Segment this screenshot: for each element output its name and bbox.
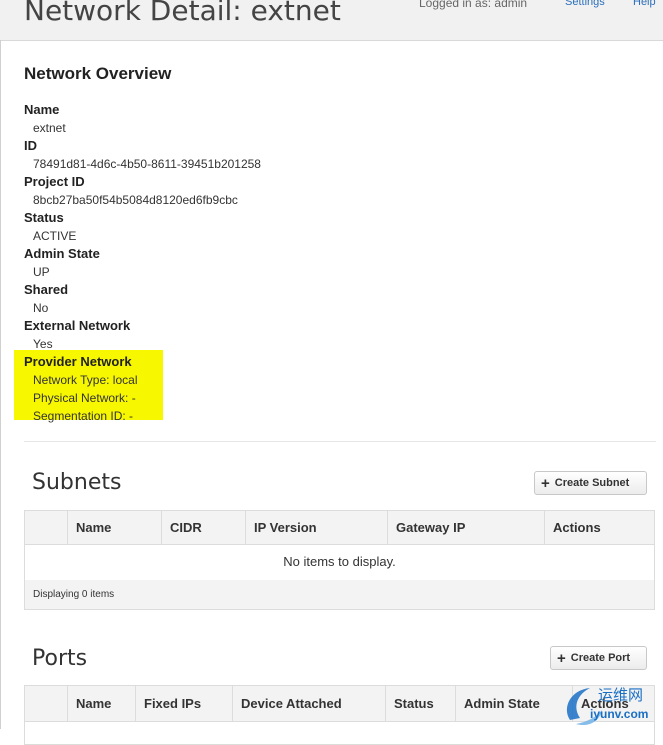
create-port-label: Create Port xyxy=(570,652,631,664)
settings-link[interactable]: Settings xyxy=(565,0,605,8)
project-id-value: 8bcb27ba50f54b5084d8120ed6fb9cbc xyxy=(33,193,238,207)
empty-message: No items to display. xyxy=(25,544,654,581)
create-subnet-button[interactable]: + Create Subnet xyxy=(534,471,647,495)
column-device-attached[interactable]: Device Attached xyxy=(232,686,385,721)
watermark-url-text: iyunv.com xyxy=(590,707,649,721)
segmentation-id-value: Segmentation ID: - xyxy=(33,409,134,423)
column-fixed-ips[interactable]: Fixed IPs xyxy=(135,686,232,721)
id-label: ID xyxy=(24,138,37,153)
provider-network-label: Provider Network xyxy=(24,354,132,369)
overview-divider xyxy=(24,441,656,442)
external-network-label: External Network xyxy=(24,318,131,333)
column-ip-version[interactable]: IP Version xyxy=(245,511,387,544)
admin-state-label: Admin State xyxy=(24,246,100,261)
top-bar: Network Detail: extnet Logged in as: adm… xyxy=(0,0,663,41)
ports-title: Ports xyxy=(32,646,88,671)
physical-network-value: Physical Network: - xyxy=(33,391,136,405)
shared-value: No xyxy=(33,301,49,315)
logged-in-label: Logged in as: admin xyxy=(419,0,528,10)
column-actions: Actions xyxy=(544,511,654,544)
select-all-column[interactable] xyxy=(25,511,67,544)
admin-state-value: UP xyxy=(33,265,50,279)
create-port-button[interactable]: + Create Port xyxy=(550,646,647,670)
name-value: extnet xyxy=(33,121,66,135)
column-admin-state[interactable]: Admin State xyxy=(455,686,572,721)
plus-icon: + xyxy=(541,474,550,492)
watermark-logo: 运维网 iyunv.com xyxy=(560,680,663,729)
watermark-cn-text: 运维网 xyxy=(598,686,644,704)
select-all-column[interactable] xyxy=(25,686,67,721)
column-gateway-ip[interactable]: Gateway IP xyxy=(387,511,544,544)
status-label: Status xyxy=(24,210,64,225)
network-type-value: Network Type: local xyxy=(33,373,138,387)
shared-label: Shared xyxy=(24,282,69,297)
plus-icon: + xyxy=(557,649,566,667)
column-name[interactable]: Name xyxy=(67,686,135,721)
create-subnet-label: Create Subnet xyxy=(554,477,630,489)
name-label: Name xyxy=(24,102,60,117)
subnets-table: Name CIDR IP Version Gateway IP Actions … xyxy=(24,510,655,610)
status-value: ACTIVE xyxy=(33,229,77,243)
subnets-table-header: Name CIDR IP Version Gateway IP Actions xyxy=(25,511,654,545)
content-border xyxy=(0,40,1,729)
external-network-value: Yes xyxy=(33,337,53,351)
column-cidr[interactable]: CIDR xyxy=(161,511,245,544)
column-name[interactable]: Name xyxy=(67,511,161,544)
help-link[interactable]: Help xyxy=(633,0,656,8)
column-status[interactable]: Status xyxy=(385,686,455,721)
table-footer: Displaying 0 items xyxy=(25,580,654,609)
network-overview-heading: Network Overview xyxy=(24,64,172,83)
subnets-title: Subnets xyxy=(32,470,122,495)
id-value: 78491d81-4d6c-4b50-8611-39451b201258 xyxy=(33,157,261,171)
page-title: Network Detail: extnet xyxy=(24,0,341,27)
project-id-label: Project ID xyxy=(24,174,85,189)
